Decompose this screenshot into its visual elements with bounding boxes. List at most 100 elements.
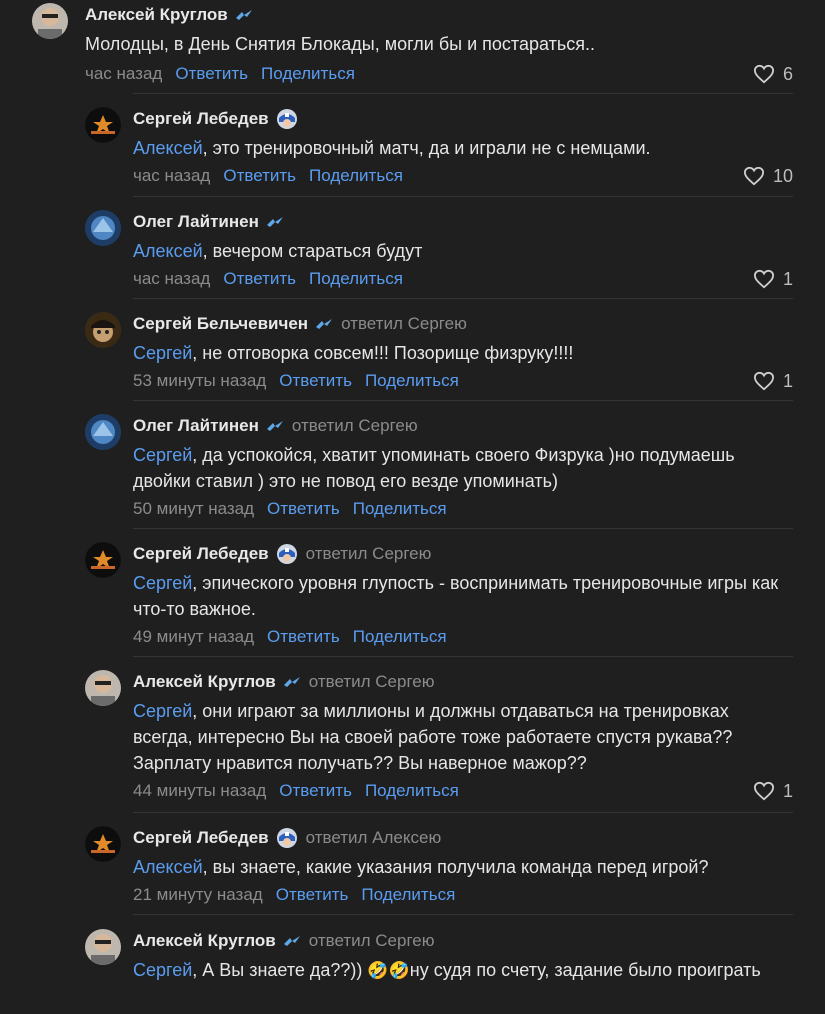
mention-link[interactable]: Алексей (133, 857, 203, 877)
zenit-icon (315, 318, 333, 330)
heart-icon (753, 269, 774, 289)
heart-icon (753, 781, 774, 801)
avatar[interactable] (85, 670, 121, 706)
heart-icon (753, 371, 774, 391)
like-button[interactable]: 1 (753, 371, 793, 392)
comment-author[interactable]: Олег Лайтинен (133, 211, 259, 233)
like-count: 10 (772, 165, 793, 186)
zenit-icon (283, 676, 301, 688)
comment-time: час назад (133, 166, 211, 185)
replied-to: ответил Сергею (341, 314, 467, 333)
like-count: 1 (782, 370, 793, 391)
rofl-emoji-icon: 🤣🤣 (367, 961, 410, 980)
comment-author[interactable]: Алексей Круглов (85, 4, 228, 26)
comment-author[interactable]: Сергей Лебедев (133, 543, 269, 565)
comments-thread: Алексей Круглов Молодцы, в День Снятия Б… (0, 0, 825, 1014)
comment-text: , вечером стараться будут (202, 241, 423, 261)
divider (133, 400, 793, 401)
like-button[interactable]: 1 (753, 781, 793, 802)
divider (133, 656, 793, 657)
share-button[interactable]: Поделиться (365, 781, 459, 801)
replied-to: ответил Сергею (291, 416, 418, 435)
share-button[interactable]: Поделиться (309, 166, 403, 186)
avatar[interactable] (85, 107, 121, 143)
comment-time: час назад (133, 269, 211, 288)
comment-author[interactable]: Алексей Круглов (133, 671, 276, 693)
captain-america-icon (276, 827, 298, 849)
comment-text: , А Вы знаете да??)) (192, 960, 368, 980)
reply-button[interactable]: Ответить (175, 64, 248, 84)
reply-button[interactable]: Ответить (267, 499, 340, 519)
mention-link[interactable]: Алексей (133, 241, 203, 261)
comment-text: Молодцы, в День Снятия Блокады, могли бы… (85, 34, 595, 54)
share-button[interactable]: Поделиться (353, 627, 447, 647)
reply-button[interactable]: Ответить (223, 166, 296, 186)
divider (133, 812, 793, 813)
comment-text: , эпического уровня глупость - восприним… (133, 573, 779, 619)
comment-text: , они играют за миллионы и должны отдава… (133, 701, 733, 773)
avatar[interactable] (85, 210, 121, 246)
comment-time: 53 минуты назад (133, 371, 267, 390)
share-button[interactable]: Поделиться (361, 885, 455, 905)
comment-time: 44 минуты назад (133, 781, 267, 800)
comment-author[interactable]: Сергей Лебедев (133, 827, 269, 849)
comment-text-continued: ну судя по счету, задание было проиграть (409, 960, 761, 980)
comment-text: , это тренировочный матч, да и играли не… (202, 138, 651, 158)
reply-button[interactable]: Ответить (276, 885, 349, 905)
captain-america-icon (276, 543, 298, 565)
zenit-icon (283, 935, 301, 947)
divider (133, 914, 793, 915)
avatar[interactable] (85, 826, 121, 862)
replied-to: ответил Сергею (308, 672, 435, 691)
reply-button[interactable]: Ответить (267, 627, 340, 647)
mention-link[interactable]: Сергей (133, 343, 192, 363)
comment-time: час назад (85, 64, 163, 83)
heart-icon (753, 64, 774, 84)
mention-link[interactable]: Сергей (133, 960, 192, 980)
reply-button[interactable]: Ответить (279, 371, 352, 391)
heart-icon (743, 166, 764, 186)
reply-button[interactable]: Ответить (279, 781, 352, 801)
replied-to: ответил Сергею (305, 544, 432, 563)
zenit-icon (266, 420, 284, 432)
avatar[interactable] (85, 929, 121, 965)
mention-link[interactable]: Сергей (133, 573, 192, 593)
comment-author[interactable]: Алексей Круглов (133, 930, 276, 952)
share-button[interactable]: Поделиться (365, 371, 459, 391)
comment-time: 50 минут назад (133, 499, 255, 518)
comment-author[interactable]: Олег Лайтинен (133, 415, 259, 437)
mention-link[interactable]: Алексей (133, 138, 203, 158)
like-count: 1 (782, 780, 793, 801)
comment-author[interactable]: Сергей Лебедев (133, 108, 269, 130)
replied-to: ответил Алексею (305, 828, 442, 847)
divider (133, 528, 793, 529)
divider (133, 298, 793, 299)
captain-america-icon (276, 108, 298, 130)
divider (133, 93, 793, 94)
share-button[interactable]: Поделиться (309, 269, 403, 289)
like-button[interactable]: 6 (753, 64, 793, 85)
like-count: 6 (782, 63, 793, 84)
reply-button[interactable]: Ответить (223, 269, 296, 289)
zenit-icon (235, 9, 253, 21)
mention-link[interactable]: Сергей (133, 701, 192, 721)
share-button[interactable]: Поделиться (353, 499, 447, 519)
comment-text: , да успокойся, хватит упоминать своего … (133, 445, 735, 491)
avatar[interactable] (85, 542, 121, 578)
like-button[interactable]: 1 (753, 269, 793, 290)
avatar[interactable] (85, 414, 121, 450)
mention-link[interactable]: Сергей (133, 445, 192, 465)
comment-time: 49 минут назад (133, 627, 255, 646)
share-button[interactable]: Поделиться (261, 64, 355, 84)
replied-to: ответил Сергею (308, 931, 435, 950)
avatar[interactable] (85, 312, 121, 348)
like-button[interactable]: 10 (743, 166, 793, 187)
comment-text: , вы знаете, какие указания получила ком… (202, 857, 709, 877)
zenit-icon (266, 216, 284, 228)
comment-author[interactable]: Сергей Бельчевичен (133, 313, 308, 335)
divider (133, 196, 793, 197)
like-count: 1 (782, 268, 793, 289)
comment-time: 21 минуту назад (133, 885, 263, 904)
avatar[interactable] (32, 3, 68, 39)
comment-text: , не отговорка совсем!!! Позорище физрук… (192, 343, 574, 363)
